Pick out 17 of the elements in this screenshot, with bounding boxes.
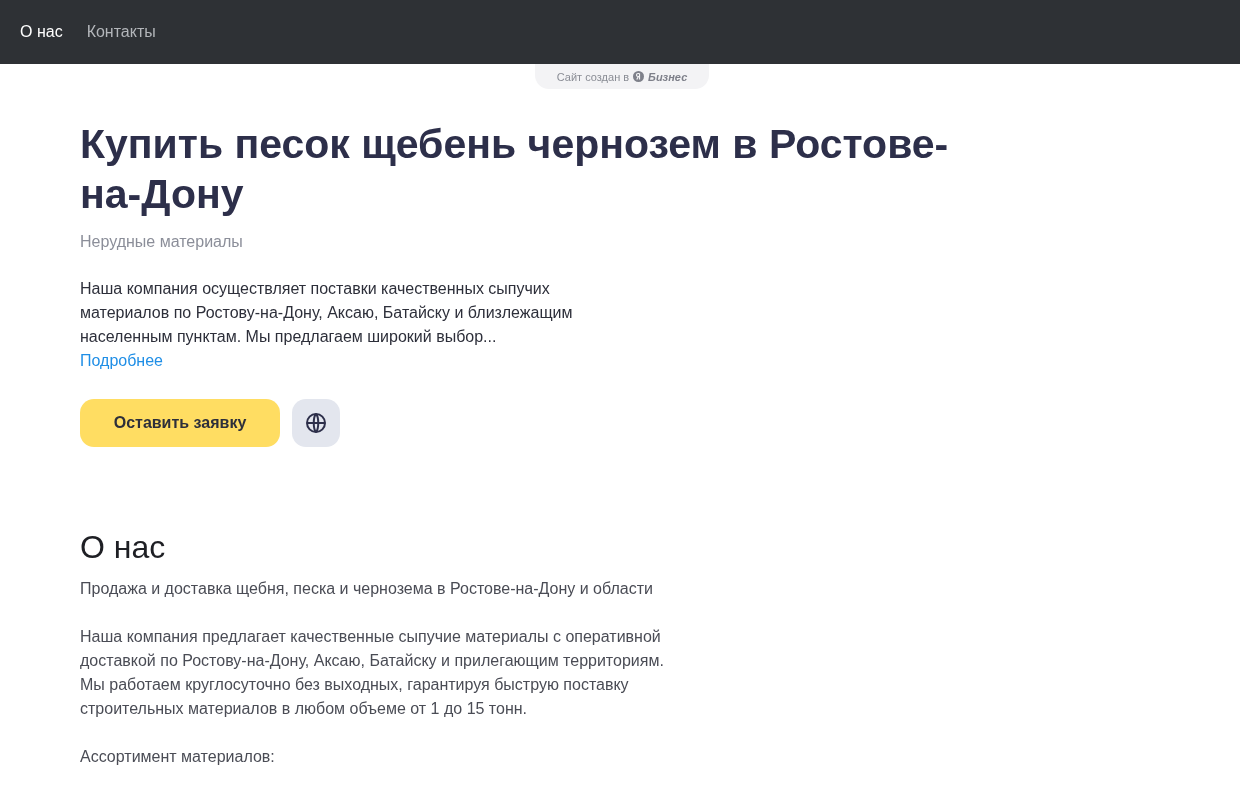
badge-text: Сайт создан в [556, 70, 630, 83]
created-with-badge[interactable]: Сайт создан в Бизнес [534, 64, 710, 89]
language-button[interactable] [292, 399, 340, 447]
logo-icon [633, 71, 645, 82]
brand-name: Бизнес [648, 70, 688, 83]
nav-link[interactable]: О нас [20, 23, 63, 41]
request-button[interactable]: Оставить заявку [80, 399, 280, 447]
nav-link[interactable]: Контакты [86, 23, 156, 41]
description: Наша компания осуществляет поставки качественных сыпучих материалов по Ростову-на-Дону, Аксаю, Батайску и близлежащим населенным пунктам. Мы предлагаем широкий выбор... [80, 279, 574, 347]
paragraph: Ассортимент материалов: [80, 747, 276, 767]
more-link[interactable]: Подробнее [80, 349, 163, 373]
globe-icon [305, 412, 327, 434]
paragraph: Продажа и доставка щебня, песка и чернозема в Ростове-на-Дону и области [80, 579, 654, 599]
page-title: Купить песок щебень чернозем в Ростове-на-Дону [80, 120, 950, 219]
subtitle: Нерудные материалы [80, 233, 244, 251]
section-heading: О нас [80, 528, 167, 567]
paragraph: Наша компания предлагает качественные сыпучие материалы с оперативной доставкой по Ростову-на-Дону, Аксаю, Батайску и прилегающим территориям. Мы работаем круглосуточно без выходных, гарантируя быструю поставку строительных материалов в любом объеме от 1 до 15 тонн. [80, 627, 665, 719]
